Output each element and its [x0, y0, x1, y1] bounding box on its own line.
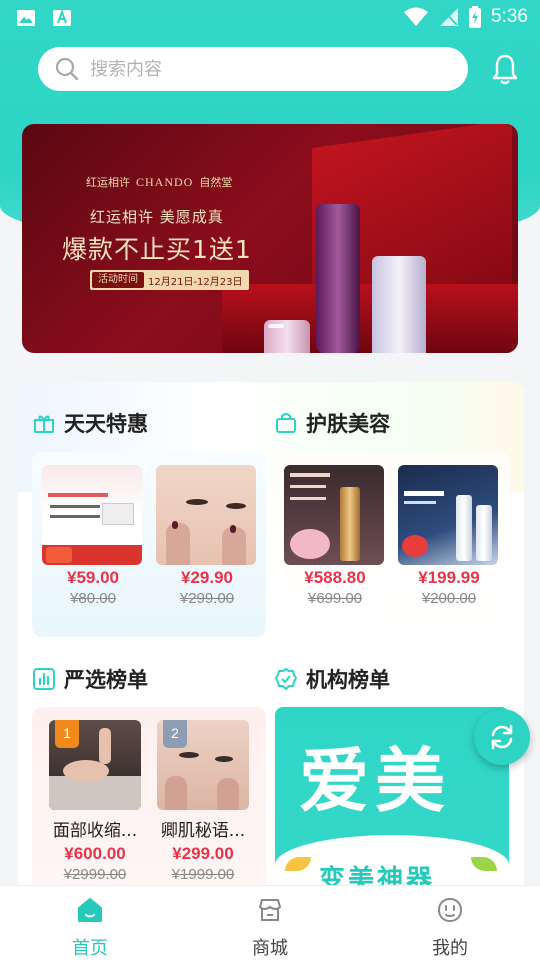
- sections-card: 天天特惠 护肤美容 ¥59.00 ¥80.00 ¥29.90 ¥299.00 ¥…: [18, 382, 524, 902]
- product-image: [284, 465, 384, 565]
- tab-label: 我的: [432, 938, 468, 959]
- gift-icon: [34, 415, 54, 433]
- daily-deal-item-2[interactable]: ¥29.90 ¥299.00: [156, 465, 258, 607]
- ranking-item-1[interactable]: 1 面部收缩... ¥600.00 ¥2999.00: [49, 720, 141, 883]
- font-icon: [53, 9, 71, 26]
- product-name: 卿肌秘语...: [160, 821, 246, 841]
- product-original-price: ¥299.00: [179, 590, 235, 607]
- product-original-price: ¥2999.00: [63, 866, 127, 883]
- product-price: ¥29.90: [181, 568, 233, 587]
- tab-profile[interactable]: 我的: [390, 896, 510, 960]
- verified-badge-icon: [275, 668, 297, 690]
- product-price: ¥299.00: [172, 844, 234, 863]
- skincare-item-1[interactable]: ¥588.80 ¥699.00: [284, 465, 386, 607]
- refresh-icon: [491, 724, 513, 750]
- daily-deals-title[interactable]: 天天特惠: [32, 408, 148, 438]
- search-icon: [55, 57, 79, 81]
- product-original-price: ¥699.00: [307, 590, 363, 607]
- ranking-item-2[interactable]: 2 卿肌秘语... ¥299.00 ¥1999.00: [157, 720, 249, 883]
- status-bar: 5:36: [0, 0, 540, 36]
- product-image: 2: [157, 720, 249, 810]
- shop-icon: [259, 899, 281, 921]
- product-image: 1: [49, 720, 141, 810]
- product-price: ¥588.80: [304, 568, 366, 587]
- profile-icon: [437, 897, 463, 923]
- bottom-tab-bar: 首页 商城 我的: [0, 885, 540, 960]
- product-price: ¥600.00: [64, 844, 126, 863]
- product-image: [42, 465, 142, 565]
- banner-slogan: 红运相许 美愿成真: [90, 208, 224, 226]
- search-bar[interactable]: [38, 47, 468, 91]
- org-ranking-title[interactable]: 机构榜单: [274, 664, 390, 694]
- no-signal-icon: [440, 8, 459, 26]
- selection-ranking-title[interactable]: 严选榜单: [32, 664, 148, 694]
- product-original-price: ¥80.00: [70, 590, 116, 607]
- rank-badge: 1: [55, 720, 79, 748]
- product-original-price: ¥200.00: [421, 590, 477, 607]
- product-price: ¥59.00: [67, 568, 119, 587]
- banner-bottle-white: [372, 256, 426, 353]
- org-banner-headline: 爱美: [299, 740, 451, 822]
- product-image: [156, 465, 256, 565]
- tab-label: 商城: [252, 938, 288, 959]
- product-price: ¥199.99: [418, 568, 480, 587]
- banner-bottle-purple: [316, 204, 360, 353]
- daily-deal-item-1[interactable]: ¥59.00 ¥80.00: [42, 465, 144, 607]
- banner-date: 活动时间 12月21日-12月23日: [90, 270, 249, 290]
- product-name: 面部收缩...: [52, 821, 138, 841]
- wifi-icon: [404, 7, 429, 26]
- search-input[interactable]: [90, 58, 430, 80]
- rank-badge: 2: [163, 720, 187, 748]
- promo-banner[interactable]: 红运相许 CHANDO 自然堂 红运相许 美愿成真 爆款不止买1送1 活动时间 …: [22, 124, 518, 353]
- bell-icon[interactable]: [490, 53, 520, 85]
- tab-label: 首页: [72, 938, 108, 959]
- tab-home[interactable]: 首页: [30, 896, 150, 960]
- home-icon: [78, 898, 102, 922]
- banner-page-indicator: [268, 324, 284, 328]
- skincare-title[interactable]: 护肤美容: [274, 408, 390, 438]
- bar-chart-icon: [33, 668, 55, 690]
- refresh-button[interactable]: [474, 709, 530, 765]
- shopping-bag-icon: [276, 413, 296, 433]
- tab-shop[interactable]: 商城: [210, 896, 330, 960]
- battery-icon: [469, 6, 482, 28]
- skincare-item-2[interactable]: ¥199.99 ¥200.00: [398, 465, 500, 607]
- banner-headline: 爆款不止买1送1: [62, 235, 252, 264]
- clock: 5:36: [491, 6, 528, 27]
- product-image: [398, 465, 498, 565]
- product-original-price: ¥1999.00: [171, 866, 235, 883]
- gallery-icon: [17, 10, 35, 26]
- banner-brand: 红运相许 CHANDO 自然堂: [86, 174, 233, 190]
